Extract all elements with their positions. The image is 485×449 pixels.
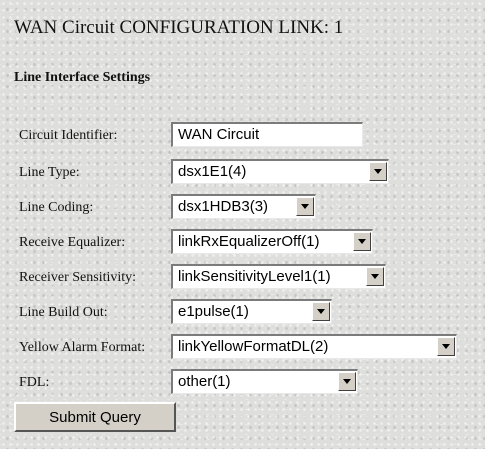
receive-equalizer-value: linkRxEqualizerOff(1) <box>178 233 320 250</box>
line-type-row: Line Type: dsx1E1(4) <box>0 159 485 187</box>
yellow-alarm-format-select[interactable]: linkYellowFormatDL(2) <box>171 334 457 359</box>
line-coding-select[interactable]: dsx1HDB3(3) <box>171 194 316 219</box>
chevron-down-icon <box>374 169 382 174</box>
line-build-out-row: Line Build Out: e1pulse(1) <box>0 299 485 327</box>
line-type-label: Line Type: <box>19 165 80 180</box>
receiver-sensitivity-row: Receiver Sensitivity: linkSensitivityLev… <box>0 264 485 292</box>
line-build-out-value: e1pulse(1) <box>178 303 249 320</box>
receiver-sensitivity-select[interactable]: linkSensitivityLevel1(1) <box>171 264 386 289</box>
yellow-alarm-format-value: linkYellowFormatDL(2) <box>178 338 329 355</box>
line-type-select[interactable]: dsx1E1(4) <box>171 159 389 184</box>
fdl-select[interactable]: other(1) <box>171 369 358 394</box>
chevron-down-icon <box>442 344 450 349</box>
submit-query-button[interactable]: Submit Query <box>14 402 176 432</box>
chevron-down-icon <box>371 274 379 279</box>
chevron-down-icon <box>301 204 309 209</box>
receiver-sensitivity-dropdown-button[interactable] <box>366 267 384 286</box>
chevron-down-icon <box>317 309 325 314</box>
receiver-sensitivity-label: Receiver Sensitivity: <box>19 270 137 285</box>
receive-equalizer-label: Receive Equalizer: <box>19 235 126 250</box>
page-title: WAN Circuit CONFIGURATION LINK: 1 <box>14 17 344 38</box>
yellow-alarm-format-dropdown-button[interactable] <box>437 337 455 356</box>
line-build-out-label: Line Build Out: <box>19 305 108 320</box>
line-coding-value: dsx1HDB3(3) <box>178 198 269 215</box>
chevron-down-icon <box>358 239 366 244</box>
circuit-identifier-value: WAN Circuit <box>178 126 260 143</box>
line-build-out-select[interactable]: e1pulse(1) <box>171 299 332 324</box>
section-title: Line Interface Settings <box>14 70 151 85</box>
yellow-alarm-format-row: Yellow Alarm Format: linkYellowFormatDL(… <box>0 334 485 362</box>
fdl-dropdown-button[interactable] <box>338 372 356 391</box>
receive-equalizer-dropdown-button[interactable] <box>353 232 371 251</box>
fdl-row: FDL: other(1) <box>0 369 485 397</box>
fdl-label: FDL: <box>19 375 50 390</box>
line-build-out-dropdown-button[interactable] <box>312 302 330 321</box>
receive-equalizer-select[interactable]: linkRxEqualizerOff(1) <box>171 229 373 254</box>
circuit-identifier-input[interactable]: WAN Circuit <box>171 122 363 147</box>
line-coding-dropdown-button[interactable] <box>296 197 314 216</box>
circuit-identifier-label: Circuit Identifier: <box>19 128 118 143</box>
chevron-down-icon <box>343 379 351 384</box>
circuit-identifier-row: Circuit Identifier: WAN Circuit <box>0 122 485 150</box>
fdl-value: other(1) <box>178 373 231 390</box>
receiver-sensitivity-value: linkSensitivityLevel1(1) <box>178 268 331 285</box>
line-coding-label: Line Coding: <box>19 200 94 215</box>
receive-equalizer-row: Receive Equalizer: linkRxEqualizerOff(1) <box>0 229 485 257</box>
line-coding-row: Line Coding: dsx1HDB3(3) <box>0 194 485 222</box>
line-type-value: dsx1E1(4) <box>178 163 247 180</box>
yellow-alarm-format-label: Yellow Alarm Format: <box>19 340 146 355</box>
line-type-dropdown-button[interactable] <box>369 162 387 181</box>
